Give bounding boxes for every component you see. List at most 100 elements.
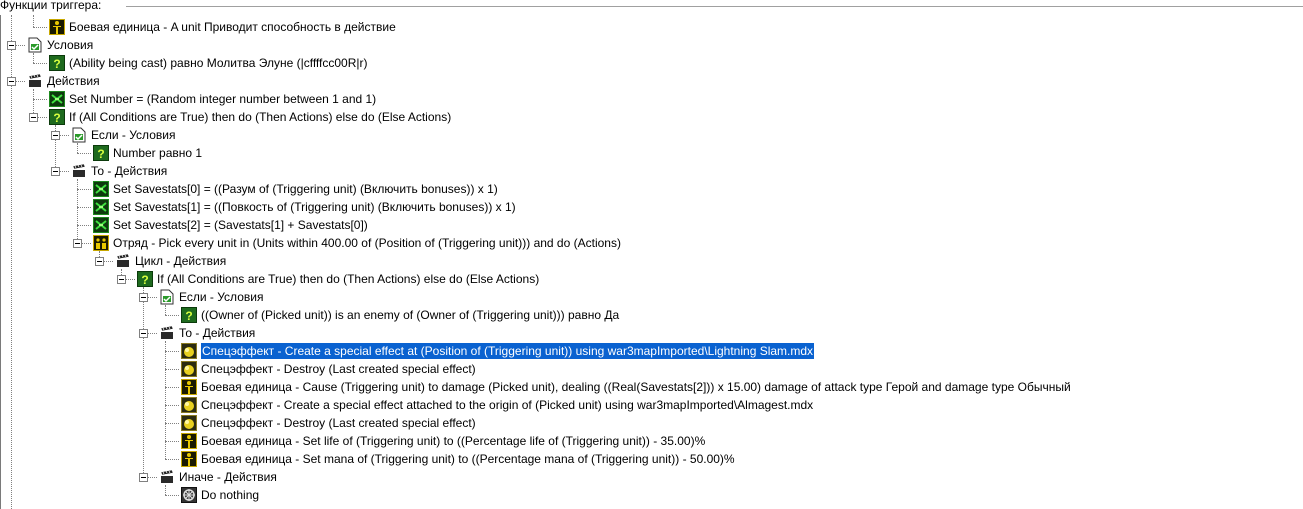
tree-node-label[interactable]: Условия	[47, 37, 93, 53]
conditions-folder-icon	[159, 289, 175, 305]
tree-node-label[interactable]: Number равно 1	[113, 145, 202, 161]
set-variable-icon	[93, 199, 109, 215]
unit-event-icon	[49, 19, 65, 35]
tree-node[interactable]: Спецэффект - Create a special effect att…	[1, 396, 1301, 414]
trigger-functions-header: Функции триггера:	[0, 0, 1303, 14]
tree-node-label[interactable]: Спецэффект - Destroy (Last created speci…	[201, 415, 476, 431]
tree-node[interactable]: Боевая единица - Cause (Triggering unit)…	[1, 378, 1301, 396]
collapse-toggle[interactable]	[117, 275, 126, 284]
tree-node[interactable]: Спецэффект - Destroy (Last created speci…	[1, 360, 1301, 378]
tree-node-label[interactable]: Спецэффект - Create a special effect at …	[199, 342, 816, 360]
actions-folder-icon	[159, 325, 175, 341]
unit-icon	[181, 433, 197, 449]
tree-node-label[interactable]: ((Owner of (Picked unit)) is an enemy of…	[201, 307, 619, 323]
trigger-tree-view[interactable]: Боевая единица - A unit Приводит способн…	[0, 15, 1303, 509]
tree-node-label[interactable]: Do nothing	[201, 487, 259, 503]
tree-node-label[interactable]: Спецэффект - Destroy (Last created speci…	[201, 361, 476, 377]
tree-node[interactable]: То - Действия	[1, 324, 1301, 342]
tree-node-label[interactable]: Отряд - Pick every unit in (Units within…	[113, 235, 621, 251]
do-nothing-icon	[181, 487, 197, 503]
collapse-toggle[interactable]	[51, 167, 60, 176]
collapse-toggle[interactable]	[7, 41, 16, 50]
collapse-toggle[interactable]	[95, 257, 104, 266]
tree-node[interactable]: Иначе - Действия	[1, 468, 1301, 486]
tree-node[interactable]: Если - Условия	[1, 288, 1301, 306]
svg-text:?: ?	[53, 57, 60, 71]
unit-group-icon	[93, 235, 109, 251]
tree-node[interactable]: Условия	[1, 36, 1301, 54]
condition-icon: ?	[93, 145, 109, 161]
tree-node[interactable]: Если - Условия	[1, 126, 1301, 144]
collapse-toggle[interactable]	[139, 473, 148, 482]
header-separator	[126, 6, 1303, 8]
set-variable-icon	[93, 181, 109, 197]
actions-folder-icon	[27, 73, 43, 89]
svg-text:?: ?	[53, 111, 60, 125]
collapse-toggle[interactable]	[139, 293, 148, 302]
tree-node[interactable]: Do nothing	[1, 486, 1301, 504]
collapse-toggle[interactable]	[7, 77, 16, 86]
tree-node[interactable]: Боевая единица - A unit Приводит способн…	[1, 18, 1301, 36]
tree-node[interactable]: ? If (All Conditions are True) then do (T…	[1, 270, 1301, 288]
condition-icon: ?	[49, 109, 65, 125]
tree-node[interactable]: Действия	[1, 72, 1301, 90]
special-effect-icon	[181, 397, 197, 413]
tree-node-label[interactable]: То - Действия	[91, 163, 167, 179]
tree-node[interactable]: Отряд - Pick every unit in (Units within…	[1, 234, 1301, 252]
conditions-folder-icon	[27, 37, 43, 53]
svg-text:?: ?	[185, 309, 192, 323]
tree-node-label[interactable]: Боевая единица - Set life of (Triggering…	[201, 433, 705, 449]
tree-node[interactable]: Боевая единица - Set life of (Triggering…	[1, 432, 1301, 450]
svg-text:?: ?	[141, 273, 148, 287]
tree-node-label[interactable]: Боевая единица - Set mana of (Triggering…	[201, 451, 735, 467]
actions-folder-icon	[159, 469, 175, 485]
condition-icon: ?	[49, 55, 65, 71]
tree-node[interactable]: ? If (All Conditions are True) then do (T…	[1, 108, 1301, 126]
condition-icon: ?	[137, 271, 153, 287]
tree-node-label[interactable]: Set Savestats[1] = ((Повкость of (Trigge…	[113, 199, 516, 215]
actions-folder-icon	[71, 163, 87, 179]
tree-node[interactable]: То - Действия	[1, 162, 1301, 180]
trigger-functions-label: Функции триггера:	[0, 0, 104, 12]
tree-node-label[interactable]: Set Savestats[2] = (Savestats[1] + Saves…	[113, 217, 368, 233]
tree-node[interactable]: Цикл - Действия	[1, 252, 1301, 270]
tree-node[interactable]: Set Savestats[1] = ((Повкость of (Trigge…	[1, 198, 1301, 216]
conditions-folder-icon	[71, 127, 87, 143]
tree-node-label[interactable]: Цикл - Действия	[135, 253, 226, 269]
tree-node[interactable]: Спецэффект - Destroy (Last created speci…	[1, 414, 1301, 432]
tree-node-label[interactable]: If (All Conditions are True) then do (Th…	[157, 271, 539, 287]
unit-icon	[181, 451, 197, 467]
tree-node[interactable]: Set Number = (Random integer number betw…	[1, 90, 1301, 108]
condition-icon: ?	[181, 307, 197, 323]
svg-text:?: ?	[97, 147, 104, 161]
tree-node-label[interactable]: (Ability being cast) равно Молитва Элуне…	[69, 55, 368, 71]
special-effect-icon	[181, 361, 197, 377]
unit-icon	[181, 379, 197, 395]
tree-node-label[interactable]: Если - Условия	[179, 289, 263, 305]
tree-node-label[interactable]: Set Savestats[0] = ((Разум of (Triggerin…	[113, 181, 498, 197]
special-effect-icon	[181, 343, 197, 359]
tree-node[interactable]: ? (Ability being cast) равно Молитва Элун…	[1, 54, 1301, 72]
tree-node-label[interactable]: Боевая единица - A unit Приводит способн…	[69, 19, 396, 35]
tree-node[interactable]: Спецэффект - Create a special effect at …	[1, 342, 1301, 360]
collapse-toggle[interactable]	[29, 113, 38, 122]
tree-node-label[interactable]: Иначе - Действия	[179, 469, 277, 485]
tree-node-label[interactable]: Спецэффект - Create a special effect att…	[201, 397, 813, 413]
tree-node-label[interactable]: Боевая единица - Cause (Triggering unit)…	[201, 379, 1071, 395]
tree-node[interactable]: Set Savestats[2] = (Savestats[1] + Saves…	[1, 216, 1301, 234]
collapse-toggle[interactable]	[73, 239, 82, 248]
tree-node[interactable]: ? Number равно 1	[1, 144, 1301, 162]
tree-node-label[interactable]: If (All Conditions are True) then do (Th…	[69, 109, 451, 125]
set-variable-icon	[93, 217, 109, 233]
tree-node[interactable]: ? ((Owner of (Picked unit)) is an enemy o…	[1, 306, 1301, 324]
tree-node-label[interactable]: То - Действия	[179, 325, 255, 341]
tree-node[interactable]: Боевая единица - Set mana of (Triggering…	[1, 450, 1301, 468]
tree-node-label[interactable]: Set Number = (Random integer number betw…	[69, 91, 376, 107]
tree-node-label[interactable]: Если - Условия	[91, 127, 175, 143]
set-variable-icon	[49, 91, 65, 107]
collapse-toggle[interactable]	[51, 131, 60, 140]
collapse-toggle[interactable]	[139, 329, 148, 338]
tree-node[interactable]: Set Savestats[0] = ((Разум of (Triggerin…	[1, 180, 1301, 198]
special-effect-icon	[181, 415, 197, 431]
tree-node-label[interactable]: Действия	[47, 73, 100, 89]
